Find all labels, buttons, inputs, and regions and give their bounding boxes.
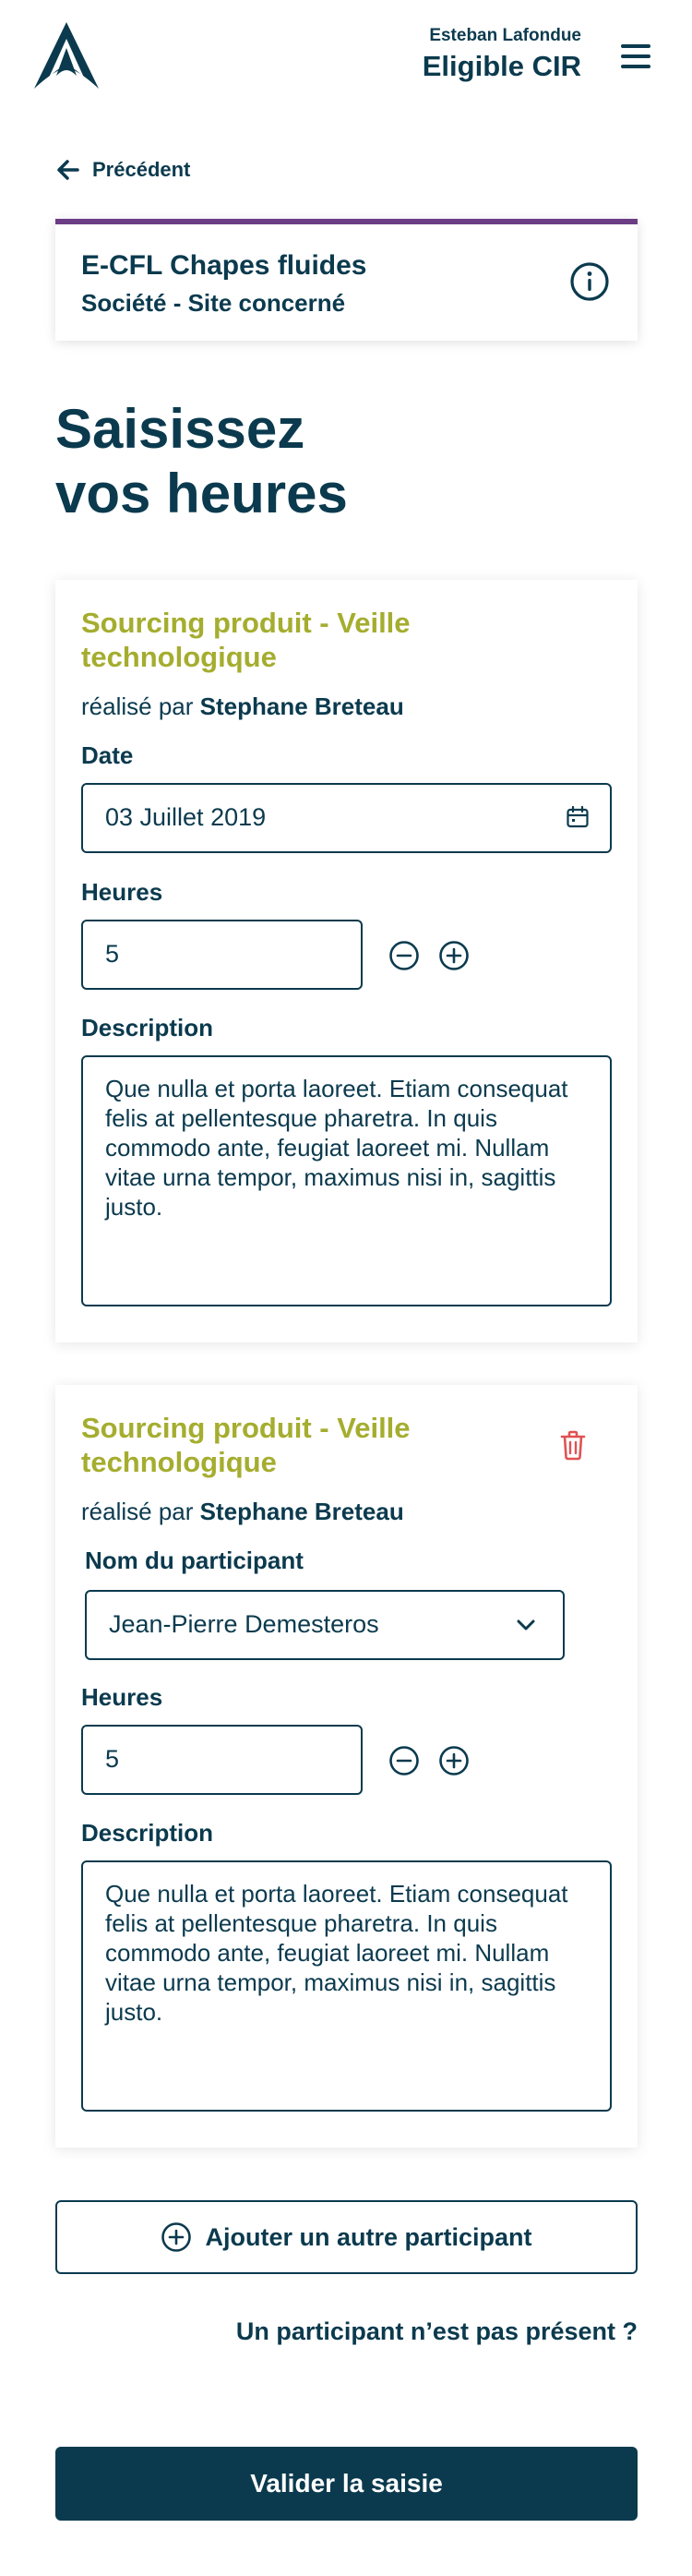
hours-value: 5 xyxy=(105,940,120,968)
plus-icon[interactable] xyxy=(438,940,470,971)
done-by: réalisé par Stephane Breteau xyxy=(81,692,404,721)
participant-select[interactable]: Jean-Pierre Demesteros xyxy=(85,1590,565,1660)
project-subtitle: Société - Site concerné xyxy=(81,289,346,317)
done-by-prefix: réalisé par xyxy=(81,1498,194,1525)
user-info: Esteban Lafondue Eligible CIR xyxy=(423,26,581,83)
time-entry-card: Sourcing produit - Veille technologique … xyxy=(55,580,638,1342)
arrow-left-icon xyxy=(57,160,79,180)
plus-icon[interactable] xyxy=(438,1745,470,1776)
chevron-down-icon xyxy=(517,1619,535,1631)
project-title: E-CFL Chapes fluides xyxy=(81,250,367,281)
description-textarea[interactable]: Que nulla et porta laoreet. Etiam conseq… xyxy=(81,1860,612,2112)
plus-circle-icon xyxy=(161,2222,192,2252)
hours-input[interactable]: 5 xyxy=(81,1725,363,1795)
submit-label: Valider la saisie xyxy=(250,2469,443,2498)
done-by-name: Stephane Breteau xyxy=(199,1498,404,1525)
header: Esteban Lafondue Eligible CIR xyxy=(0,0,692,120)
minus-icon[interactable] xyxy=(388,940,420,971)
entry-title: Sourcing produit - Veille technologique xyxy=(81,1412,411,1478)
info-icon[interactable] xyxy=(569,261,610,302)
project-card: E-CFL Chapes fluides Société - Site conc… xyxy=(55,219,638,341)
add-participant-label: Ajouter un autre participant xyxy=(205,2222,532,2251)
done-by-prefix: réalisé par xyxy=(81,692,194,720)
page-title-line2: vos heures xyxy=(55,463,348,524)
date-value: 03 Juillet 2019 xyxy=(105,803,267,831)
date-label: Date xyxy=(81,741,134,769)
page-title: Saisissez vos heures xyxy=(55,397,348,526)
hours-input[interactable]: 5 xyxy=(81,920,363,990)
add-participant-button[interactable]: Ajouter un autre participant xyxy=(55,2200,638,2274)
description-value: Que nulla et porta laoreet. Etiam conseq… xyxy=(105,1880,568,2026)
trash-icon[interactable] xyxy=(559,1429,587,1461)
description-label: Description xyxy=(81,1819,214,1847)
description-label: Description xyxy=(81,1014,214,1041)
minus-icon[interactable] xyxy=(388,1745,420,1776)
back-link[interactable]: Précédent xyxy=(55,157,190,183)
participant-label: Nom du participant xyxy=(85,1547,304,1574)
page-title-line1: Saisissez xyxy=(55,398,305,460)
user-role: Eligible CIR xyxy=(422,50,581,82)
calendar-icon[interactable] xyxy=(566,805,590,829)
done-by-name: Stephane Breteau xyxy=(199,692,404,720)
hours-value: 5 xyxy=(105,1745,120,1773)
time-entry-card: Sourcing produit - Veille technologique … xyxy=(55,1385,638,2148)
entry-title: Sourcing produit - Veille technologique xyxy=(81,607,411,673)
description-textarea[interactable]: Que nulla et porta laoreet. Etiam conseq… xyxy=(81,1055,612,1306)
participant-value: Jean-Pierre Demesteros xyxy=(109,1610,379,1638)
hours-label: Heures xyxy=(81,878,163,906)
user-name: Esteban Lafondue xyxy=(429,26,581,45)
done-by: réalisé par Stephane Breteau xyxy=(81,1498,404,1526)
missing-participant-link[interactable]: Un participant n’est pas présent ? xyxy=(236,2317,638,2346)
description-value: Que nulla et porta laoreet. Etiam conseq… xyxy=(105,1075,568,1221)
hamburger-icon[interactable] xyxy=(619,42,652,70)
submit-button[interactable]: Valider la saisie xyxy=(55,2447,638,2521)
hours-label: Heures xyxy=(81,1683,163,1711)
triangle-logo-icon[interactable] xyxy=(29,20,104,90)
date-field[interactable]: 03 Juillet 2019 xyxy=(81,783,612,853)
back-label: Précédent xyxy=(92,158,191,181)
